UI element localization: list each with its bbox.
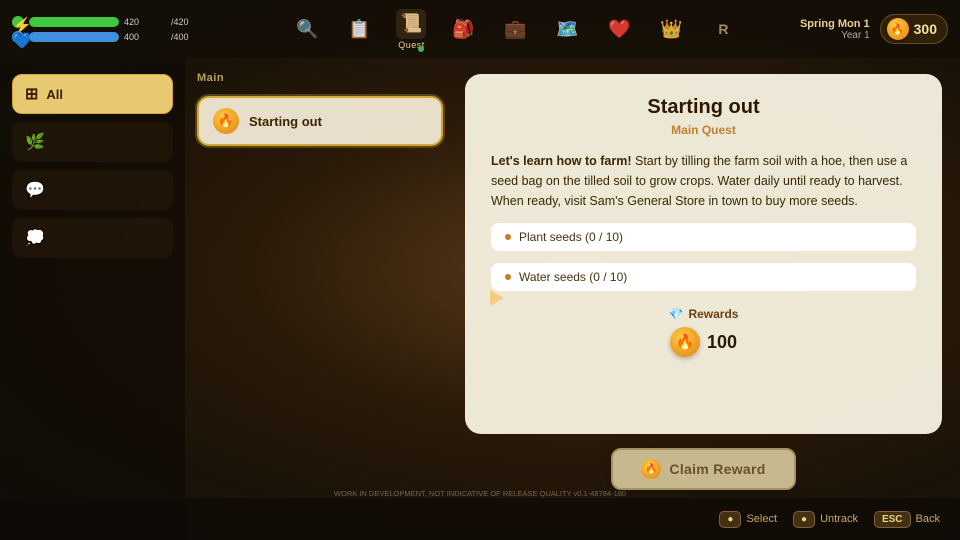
mp-icon: 💙: [12, 31, 24, 43]
objective-water-text: Water seeds (0 / 10): [519, 270, 627, 284]
journal-icon: 📋: [344, 14, 374, 44]
mp-text: 400: [124, 32, 166, 42]
objective-dot-1: [505, 234, 511, 240]
objective-plant-text: Plant seeds (0 / 10): [519, 230, 623, 244]
hp-text: 420: [124, 17, 166, 27]
claim-reward-button[interactable]: 🔥 Claim Reward: [611, 448, 795, 490]
back-key: ESC: [874, 511, 911, 528]
quest-card-icon: 🔥: [213, 108, 239, 134]
hp-bar-wrap: ⚡ 420 /420: [12, 16, 213, 28]
nav-heart[interactable]: ❤️: [604, 14, 634, 44]
currency-wrap: 🔥 300: [880, 14, 948, 44]
heart-icon: ❤️: [604, 14, 634, 44]
hp-bar-fill: [29, 17, 119, 27]
topbar: ⚡ 420 /420 💙 400 /400 🔍 📋 📜 Quest: [0, 0, 960, 58]
main-layout: ⊞ All 🌿 💬 💭 Main 🔥 Starting out Starting…: [0, 58, 960, 540]
quest-list-panel: Main 🔥 Starting out: [185, 58, 455, 540]
rewards-gem-icon: 💎: [669, 307, 684, 321]
topbar-right: Spring Mon 1 Year 1 🔥 300: [800, 14, 948, 44]
quest-detail-title: Starting out: [491, 96, 916, 119]
select-label: Select: [746, 513, 777, 525]
quest-detail-card: Starting out Main Quest Let's learn how …: [465, 74, 942, 434]
mp-max: /400: [171, 32, 213, 42]
quest-icon: 📜: [396, 9, 426, 39]
sidebar-btn-cat3[interactable]: 💭: [12, 218, 173, 258]
quest-card-title: Starting out: [249, 114, 322, 129]
coin-icon: 🔥: [887, 18, 909, 40]
back-label: Back: [916, 513, 940, 525]
select-key: ●: [719, 511, 741, 528]
bottom-action-select: ● Select: [719, 511, 777, 528]
cat1-icon: 🌿: [25, 132, 45, 152]
quest-desc-bold: Let's learn how to farm!: [491, 154, 632, 168]
inventory-icon: 💼: [500, 14, 530, 44]
nav-crown[interactable]: 👑: [656, 14, 686, 44]
untrack-key: ●: [793, 511, 815, 528]
date-info: Spring Mon 1 Year 1: [800, 18, 870, 41]
objective-water: Water seeds (0 / 10): [491, 263, 916, 291]
nav-map[interactable]: 🗺️: [552, 14, 582, 44]
bottombar: ● Select ● Untrack ESC Back: [0, 498, 960, 540]
nav-inventory[interactable]: 💼: [500, 14, 530, 44]
cursor-arrow: [490, 290, 504, 306]
nav-journal[interactable]: 📋: [344, 14, 374, 44]
stat-bars: ⚡ 420 /420 💙 400 /400: [12, 16, 213, 43]
cat3-icon: 💭: [25, 228, 45, 248]
nav-quest[interactable]: 📜 Quest: [396, 9, 426, 50]
quest-detail-subtitle: Main Quest: [491, 123, 916, 137]
claim-btn-icon: 🔥: [641, 459, 661, 479]
mp-bar-wrap: 💙 400 /400: [12, 31, 213, 43]
reward-row: 🔥 100: [670, 327, 737, 357]
season-text: Spring Mon 1: [800, 18, 870, 30]
sidebar: ⊞ All 🌿 💬 💭: [0, 58, 185, 540]
dev-notice: WORK IN DEVELOPMENT, NOT INDICATIVE OF R…: [0, 489, 960, 498]
crown-icon: 👑: [656, 14, 686, 44]
untrack-label: Untrack: [820, 513, 858, 525]
hp-icon: ⚡: [12, 16, 24, 28]
map-icon: 🗺️: [552, 14, 582, 44]
sidebar-btn-cat2[interactable]: 💬: [12, 170, 173, 210]
quest-detail-panel: Starting out Main Quest Let's learn how …: [455, 58, 960, 540]
sidebar-all-label: All: [46, 87, 63, 102]
currency-amount: 300: [914, 21, 937, 37]
reward-value: 100: [707, 332, 737, 353]
bag-icon: 🎒: [448, 14, 478, 44]
year-text: Year 1: [800, 30, 870, 41]
mp-bar-fill: [29, 32, 119, 42]
rewards-label: 💎 Rewards: [669, 307, 739, 321]
all-icon: ⊞: [25, 84, 38, 104]
reward-coin-icon: 🔥: [670, 327, 700, 357]
nav-search[interactable]: 🔍: [292, 14, 322, 44]
topbar-nav: 🔍 📋 📜 Quest 🎒 💼 🗺️ ❤️ 👑 R: [231, 9, 800, 50]
r-icon: R: [708, 14, 738, 44]
claim-btn-label: Claim Reward: [669, 461, 765, 477]
bottom-action-untrack: ● Untrack: [793, 511, 858, 528]
quest-card-starting-out[interactable]: 🔥 Starting out: [197, 96, 443, 146]
hp-bar-bg: [29, 17, 119, 27]
objective-plant: Plant seeds (0 / 10): [491, 223, 916, 251]
objective-dot-2: [505, 274, 511, 280]
hp-max: /420: [171, 17, 213, 27]
nav-bag[interactable]: 🎒: [448, 14, 478, 44]
sidebar-btn-all[interactable]: ⊞ All: [12, 74, 173, 114]
claim-btn-wrap: 🔥 Claim Reward: [465, 448, 942, 490]
quest-description: Let's learn how to farm! Start by tillin…: [491, 151, 916, 211]
rewards-section: 💎 Rewards 🔥 100: [491, 307, 916, 357]
sidebar-btn-cat1[interactable]: 🌿: [12, 122, 173, 162]
mp-bar-bg: [29, 32, 119, 42]
nav-r[interactable]: R: [708, 14, 738, 44]
quest-section-label: Main: [197, 72, 443, 84]
search-icon: 🔍: [292, 14, 322, 44]
rewards-label-text: Rewards: [688, 307, 738, 321]
cat2-icon: 💬: [25, 180, 45, 200]
bottom-action-back: ESC Back: [874, 511, 940, 528]
